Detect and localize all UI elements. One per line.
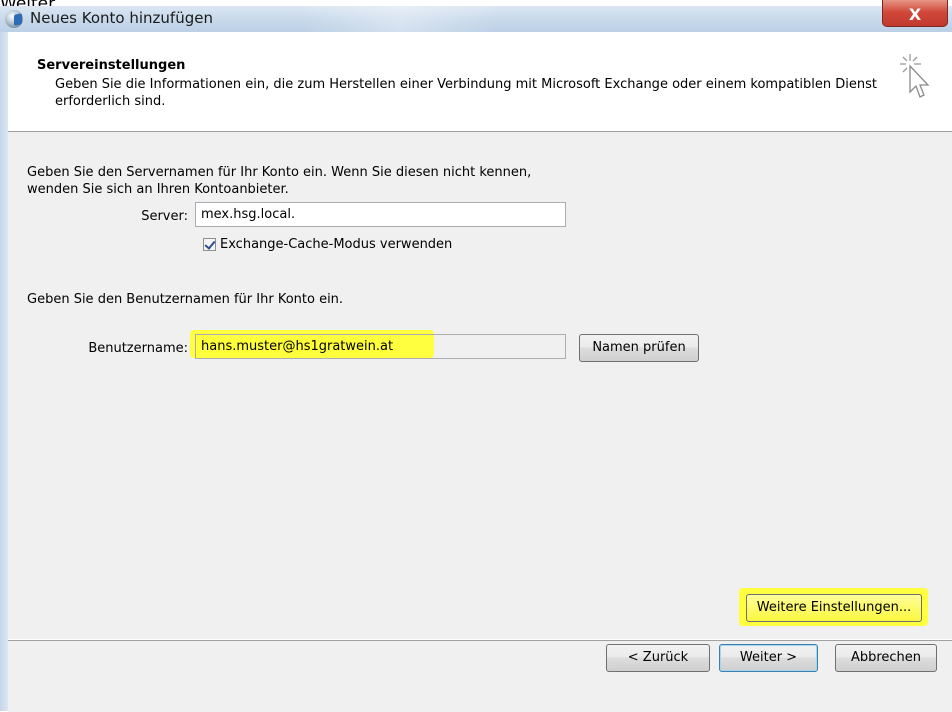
cache-mode-checkbox[interactable]: [203, 238, 216, 251]
username-input[interactable]: hans.muster@hs1gratwein.at: [195, 334, 566, 359]
dialog-window: Neues Konto hinzufügen X Servereinstellu…: [0, 0, 952, 712]
wizard-footer: < Zurück Weiter > Abbrechen: [8, 640, 952, 712]
cancel-button[interactable]: Abbrechen: [835, 644, 937, 672]
header-title: Servereinstellungen: [37, 58, 186, 73]
outlook-app-icon: [5, 10, 23, 28]
close-button[interactable]: X: [882, 0, 948, 27]
window-title: Neues Konto hinzufügen: [30, 9, 213, 27]
back-button[interactable]: < Zurück: [606, 644, 710, 672]
header-description: Geben Sie die Informationen ein, die zum…: [55, 77, 877, 109]
more-settings-button[interactable]: Weitere Einstellungen...: [746, 594, 922, 622]
next-button[interactable]: Weiter >: [719, 644, 818, 672]
server-label: Server:: [141, 209, 188, 224]
server-instruction-line1: Geben Sie den Servernamen für Ihr Konto …: [27, 165, 532, 180]
username-label: Benutzername:: [88, 341, 188, 356]
check-names-button[interactable]: Namen prüfen: [579, 334, 699, 362]
username-value: hans.muster@hs1gratwein.at: [201, 339, 394, 354]
server-input[interactable]: mex.hsg.local.: [195, 202, 566, 227]
window-frame-left: [0, 32, 8, 711]
server-instruction-line2: wenden Sie sich an Ihren Kontoanbieter.: [27, 182, 289, 197]
wizard-header: Servereinstellungen Geben Sie die Inform…: [8, 32, 952, 132]
wizard-cursor-icon: [900, 54, 930, 98]
username-instruction: Geben Sie den Benutzernamen für Ihr Kont…: [27, 292, 344, 307]
wizard-content: Geben Sie den Servernamen für Ihr Konto …: [8, 132, 952, 639]
cache-mode-label: Exchange-Cache-Modus verwenden: [220, 237, 453, 252]
title-bar: Neues Konto hinzufügen X: [0, 0, 952, 32]
